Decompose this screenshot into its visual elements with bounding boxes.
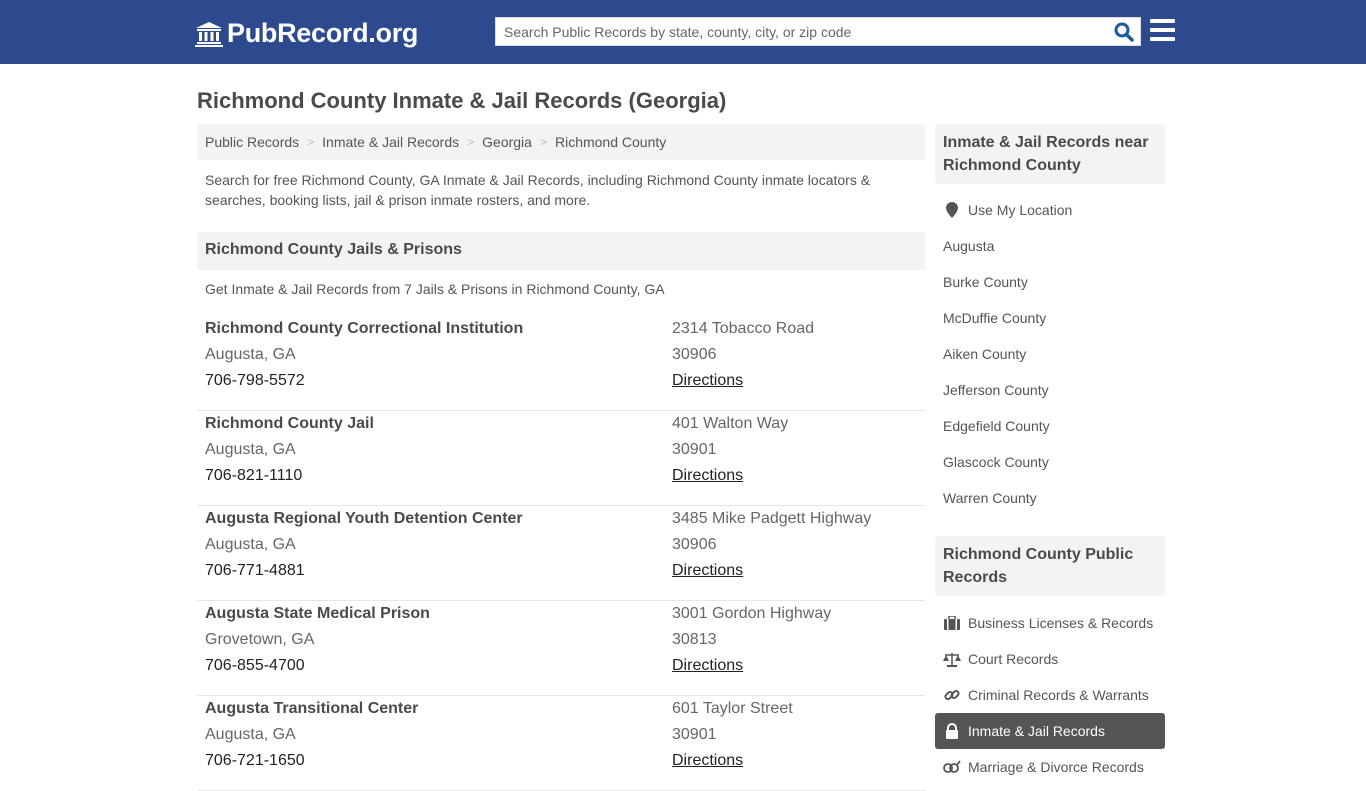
menu-bar xyxy=(1150,37,1175,41)
facility-zip: 30906 xyxy=(672,346,717,363)
public-record-inmate-jail-records[interactable]: Inmate & Jail Records xyxy=(935,713,1165,749)
facility-city: Augusta, GA xyxy=(205,441,296,458)
site-logo[interactable]: PubRecord.org xyxy=(195,18,418,49)
use-my-location-link[interactable]: Use My Location xyxy=(935,192,1165,228)
facility-city: Grovetown, GA xyxy=(205,631,315,648)
facility-name: Augusta Transitional Center xyxy=(205,700,419,717)
intro-text: Search for free Richmond County, GA Inma… xyxy=(205,172,871,208)
nearby-link[interactable]: Warren County xyxy=(935,480,1165,516)
scale-icon xyxy=(943,651,961,667)
facility-phone: 706-798-5572 xyxy=(205,372,305,389)
briefcase-icon xyxy=(943,615,961,631)
nearby-link[interactable]: Augusta xyxy=(935,228,1165,264)
public-record-label: Inmate & Jail Records xyxy=(968,723,1105,739)
breadcrumb-public-records[interactable]: Public Records xyxy=(205,134,299,150)
facility-name: Richmond County Correctional Institution xyxy=(205,320,524,337)
facility-zip: 30813 xyxy=(672,631,717,648)
facility-item: Richmond County Jail Augusta, GA 706-821… xyxy=(197,411,925,506)
facility-zip: 30906 xyxy=(672,536,717,553)
page-title: Richmond County Inmate & Jail Records (G… xyxy=(197,88,727,113)
facility-city: Augusta, GA xyxy=(205,726,296,743)
map-marker-icon xyxy=(943,202,961,218)
nearby-link[interactable]: Burke County xyxy=(935,264,1165,300)
use-my-location-label: Use My Location xyxy=(968,202,1073,218)
breadcrumb-separator: > xyxy=(467,135,475,149)
facility-zip: 30901 xyxy=(672,441,717,458)
facility-phone: 706-721-1650 xyxy=(205,752,305,769)
public-record-label: Marriage & Divorce Records xyxy=(968,759,1144,775)
public-record-court-records[interactable]: Court Records xyxy=(935,641,1165,677)
sidebar-public-records-heading: Richmond County Public Records xyxy=(935,536,1165,596)
sidebar-nearby-list: Use My Location Augusta Burke County McD… xyxy=(935,192,1165,516)
breadcrumb-separator: > xyxy=(539,135,547,149)
breadcrumb-richmond-county[interactable]: Richmond County xyxy=(555,134,666,150)
search-button[interactable] xyxy=(1112,21,1136,43)
nearby-link[interactable]: McDuffie County xyxy=(935,300,1165,336)
search-icon xyxy=(1114,22,1134,42)
directions-link[interactable]: Directions xyxy=(672,371,814,397)
directions-link[interactable]: Directions xyxy=(672,466,788,492)
facility-item: Richmond County Correctional Institution… xyxy=(197,316,925,411)
search-input[interactable] xyxy=(496,18,1106,45)
menu-bar xyxy=(1150,19,1175,23)
sidebar-public-records-list: Business Licenses & Records Court Record… xyxy=(935,605,1165,785)
logo-text: PubRecord.org xyxy=(227,18,419,48)
public-record-business-licenses[interactable]: Business Licenses & Records xyxy=(935,605,1165,641)
top-navbar: PubRecord.org xyxy=(0,0,1366,64)
facility-phone: 706-821-1110 xyxy=(205,467,303,484)
public-record-label: Business Licenses & Records xyxy=(968,615,1154,631)
facility-address: 3001 Gordon Highway xyxy=(672,605,832,622)
public-record-label: Court Records xyxy=(968,651,1059,667)
facility-address: 601 Taylor Street xyxy=(672,700,793,717)
menu-bar xyxy=(1150,28,1175,32)
public-record-label: Criminal Records & Warrants xyxy=(968,687,1149,703)
facility-city: Augusta, GA xyxy=(205,536,296,553)
public-record-criminal-records[interactable]: Criminal Records & Warrants xyxy=(935,677,1165,713)
breadcrumb-separator: > xyxy=(307,135,315,149)
facility-item: Augusta Regional Youth Detention Center … xyxy=(197,506,925,601)
facility-name: Augusta Regional Youth Detention Center xyxy=(205,510,523,527)
hamburger-menu-button[interactable] xyxy=(1150,19,1175,42)
gender-icon xyxy=(943,759,961,775)
sidebar-nearby-heading: Inmate & Jail Records near Richmond Coun… xyxy=(935,124,1165,184)
public-record-marriage-divorce[interactable]: Marriage & Divorce Records xyxy=(935,749,1165,785)
facility-item: Augusta Transitional Center Augusta, GA … xyxy=(197,696,925,791)
facility-list: Richmond County Correctional Institution… xyxy=(197,316,925,791)
facility-zip: 30901 xyxy=(672,726,717,743)
directions-link[interactable]: Directions xyxy=(672,561,871,587)
section-subtitle: Get Inmate & Jail Records from 7 Jails &… xyxy=(205,281,665,297)
facility-phone: 706-855-4700 xyxy=(205,657,305,674)
courthouse-icon xyxy=(195,21,223,47)
facility-name: Richmond County Jail xyxy=(205,415,374,432)
search-box xyxy=(495,17,1141,46)
breadcrumb: Public Records > Inmate & Jail Records >… xyxy=(197,124,925,160)
link-icon xyxy=(943,687,961,703)
directions-link[interactable]: Directions xyxy=(672,656,831,682)
facility-item: Augusta State Medical Prison Grovetown, … xyxy=(197,601,925,696)
nearby-link[interactable]: Edgefield County xyxy=(935,408,1165,444)
directions-link[interactable]: Directions xyxy=(672,751,793,777)
section-heading: Richmond County Jails & Prisons xyxy=(197,232,925,270)
facility-address: 3485 Mike Padgett Highway xyxy=(672,510,872,527)
facility-address: 401 Walton Way xyxy=(672,415,789,432)
breadcrumb-georgia[interactable]: Georgia xyxy=(482,134,532,150)
nearby-link[interactable]: Glascock County xyxy=(935,444,1165,480)
facility-address: 2314 Tobacco Road xyxy=(672,320,815,337)
facility-phone: 706-771-4881 xyxy=(205,562,305,579)
breadcrumb-inmate-jail-records[interactable]: Inmate & Jail Records xyxy=(322,134,459,150)
nearby-link[interactable]: Aiken County xyxy=(935,336,1165,372)
lock-icon xyxy=(943,723,961,739)
facility-name: Augusta State Medical Prison xyxy=(205,605,430,622)
facility-city: Augusta, GA xyxy=(205,346,296,363)
nearby-link[interactable]: Jefferson County xyxy=(935,372,1165,408)
